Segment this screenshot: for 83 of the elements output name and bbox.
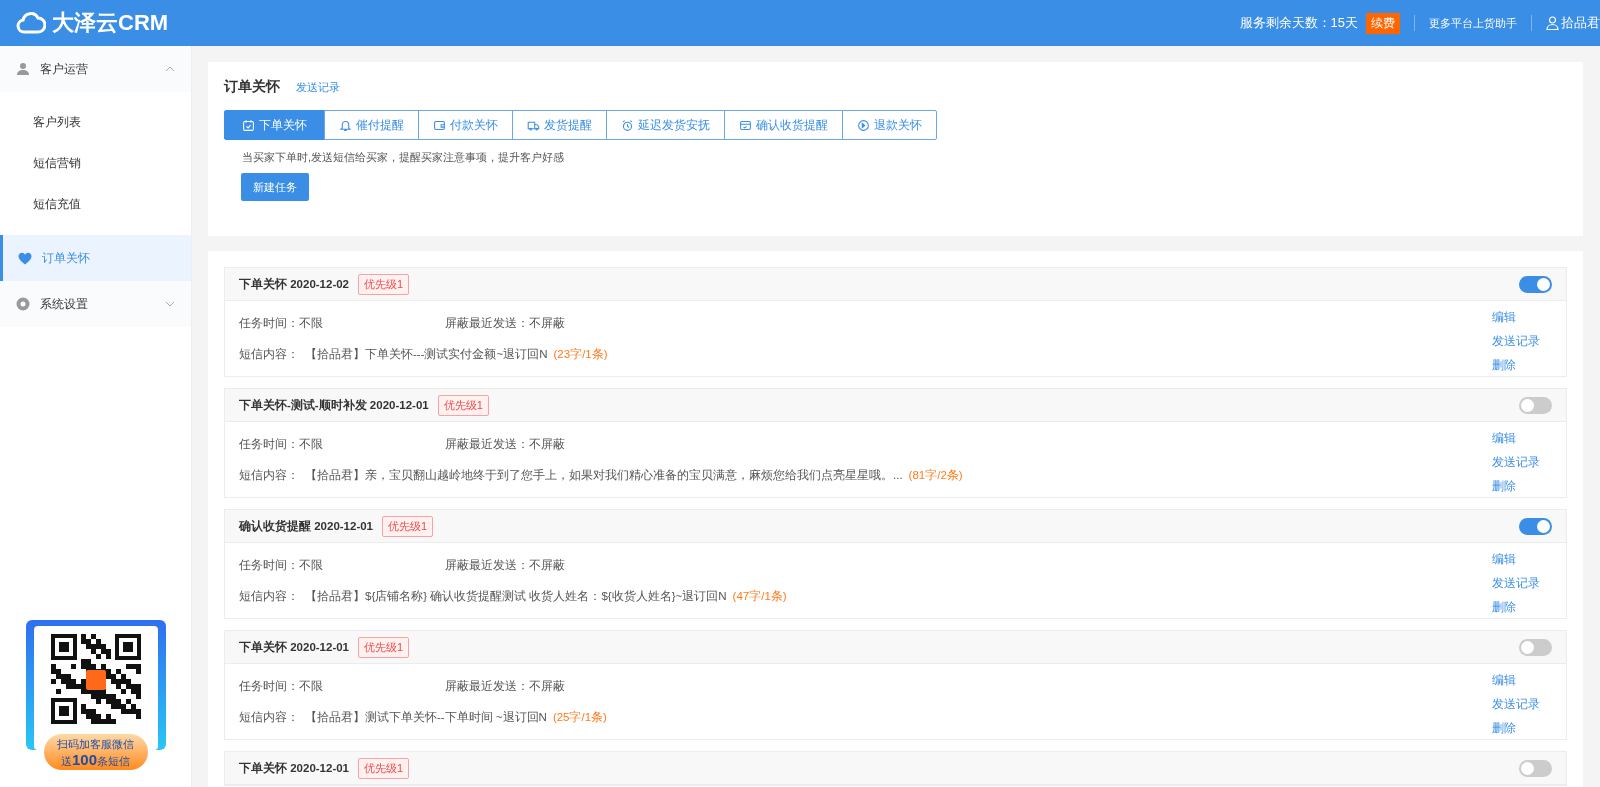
card-icon [739, 118, 752, 132]
action-link[interactable]: 发送记录 [1492, 455, 1540, 470]
action-link[interactable]: 删除 [1492, 721, 1516, 736]
sidebar-subitem[interactable]: 短信营销 [0, 143, 191, 184]
calendar-check-icon [242, 118, 255, 132]
send-log-link[interactable]: 发送记录 [296, 80, 340, 95]
page-title: 订单关怀 [224, 78, 280, 96]
sms-content: 【拾品君】测试下单关怀--下单时间 ~退订回N [305, 710, 547, 725]
task-title: 下单关怀 2020-12-01 [239, 760, 350, 776]
task-time-text: 任务时间：不限 [239, 679, 324, 694]
app-logo: 大泽云CRM [52, 9, 169, 37]
sms-content: 【拾品君】${店铺名称} 确认收货提醒测试 收货人姓名：${收货人姓名}~退订回N [305, 589, 727, 604]
task-title: 下单关怀-测试-顺时补发 2020-12-01 [239, 397, 429, 413]
toggle-switch[interactable] [1519, 275, 1552, 293]
block-recent-text: 屏蔽最近发送：不屏蔽 [445, 679, 565, 694]
toggle-switch[interactable] [1519, 638, 1552, 656]
action-link[interactable]: 删除 [1492, 479, 1516, 494]
task-time-text: 任务时间：不限 [239, 437, 324, 452]
tab[interactable]: 退款关怀 [842, 110, 937, 140]
user-icon [1546, 16, 1559, 30]
coin-icon [857, 118, 870, 132]
sidebar-subitem[interactable]: 短信充值 [0, 184, 191, 225]
tab[interactable]: 发货提醒 [512, 110, 607, 140]
sms-count: (25字/1条) [552, 710, 607, 725]
toggle-switch[interactable] [1519, 759, 1552, 777]
cloud-icon [16, 11, 46, 35]
wallet-icon [433, 118, 446, 132]
task-title: 确认收货提醒 2020-12-01 [239, 518, 374, 534]
block-recent-text: 屏蔽最近发送：不屏蔽 [445, 558, 565, 573]
action-link[interactable]: 编辑 [1492, 552, 1516, 567]
sms-content: 【拾品君】下单关怀---测试实付金额~退订回N [305, 347, 548, 362]
priority-tag: 优先级1 [437, 394, 489, 416]
more-platforms-link[interactable]: 更多平台上货助手 [1429, 15, 1517, 31]
block-recent-text: 屏蔽最近发送：不屏蔽 [445, 316, 565, 331]
service-days-text: 服务剩余天数：15天 [1239, 14, 1358, 32]
task-title: 下单关怀 2020-12-02 [239, 276, 350, 292]
priority-tag: 优先级1 [358, 636, 410, 658]
alarm-clock-icon [621, 118, 634, 132]
toggle-switch[interactable] [1519, 517, 1552, 535]
sms-label: 短信内容： [239, 468, 299, 483]
sidebar-item[interactable]: 客户运营 [0, 46, 191, 92]
heart-icon [18, 251, 32, 265]
sidebar-item[interactable]: 订单关怀 [0, 235, 191, 281]
toggle-switch[interactable] [1519, 396, 1552, 414]
chevron-down-icon [165, 299, 175, 309]
task-title: 下单关怀 2020-12-01 [239, 639, 350, 655]
priority-tag: 优先级1 [358, 273, 410, 295]
priority-tag: 优先级1 [358, 757, 410, 779]
tab[interactable]: 下单关怀 [224, 110, 325, 140]
new-task-button[interactable]: 新建任务 [241, 173, 309, 201]
sms-count: (81字/2条) [908, 468, 963, 483]
tab[interactable]: 确认收货提醒 [724, 110, 843, 140]
action-link[interactable]: 发送记录 [1492, 697, 1540, 712]
action-link[interactable]: 删除 [1492, 600, 1516, 615]
sms-count: (23字/1条) [553, 347, 608, 362]
action-link[interactable]: 发送记录 [1492, 334, 1540, 349]
action-link[interactable]: 编辑 [1492, 310, 1516, 325]
sms-content: 【拾品君】亲，宝贝翻山越岭地终于到了您手上，如果对我们精心准备的宝贝满意，麻烦您给我们点亮星星哦。... [305, 468, 903, 483]
tab[interactable]: 延迟发货安抚 [606, 110, 725, 140]
action-link[interactable]: 编辑 [1492, 431, 1516, 446]
renew-button[interactable]: 续费 [1366, 12, 1400, 34]
block-recent-text: 屏蔽最近发送：不屏蔽 [445, 437, 565, 452]
chevron-up-icon [165, 64, 175, 74]
sms-count: (47字/1条) [732, 589, 787, 604]
user-menu[interactable]: 拾品君 [1559, 14, 1600, 32]
action-link[interactable]: 删除 [1492, 358, 1516, 373]
description-text: 当买家下单时,发送短信给买家，提醒买家注意事项，提升客户好感 [242, 150, 566, 165]
action-link[interactable]: 发送记录 [1492, 576, 1540, 591]
sms-label: 短信内容： [239, 710, 299, 725]
sms-label: 短信内容： [239, 347, 299, 362]
sms-label: 短信内容： [239, 589, 299, 604]
sidebar-item[interactable]: 系统设置 [0, 281, 191, 327]
task-time-text: 任务时间：不限 [239, 558, 324, 573]
promo-caption: 扫码加客服微信 送100条短信 [43, 734, 148, 770]
person-icon [16, 62, 30, 76]
task-time-text: 任务时间：不限 [239, 316, 324, 331]
priority-tag: 优先级1 [382, 515, 434, 537]
bell-icon [339, 118, 352, 132]
gear-icon [16, 297, 30, 311]
sidebar-subitem[interactable]: 客户列表 [0, 102, 191, 143]
action-link[interactable]: 编辑 [1492, 673, 1516, 688]
tab[interactable]: 付款关怀 [418, 110, 513, 140]
tab[interactable]: 催付提醒 [324, 110, 419, 140]
